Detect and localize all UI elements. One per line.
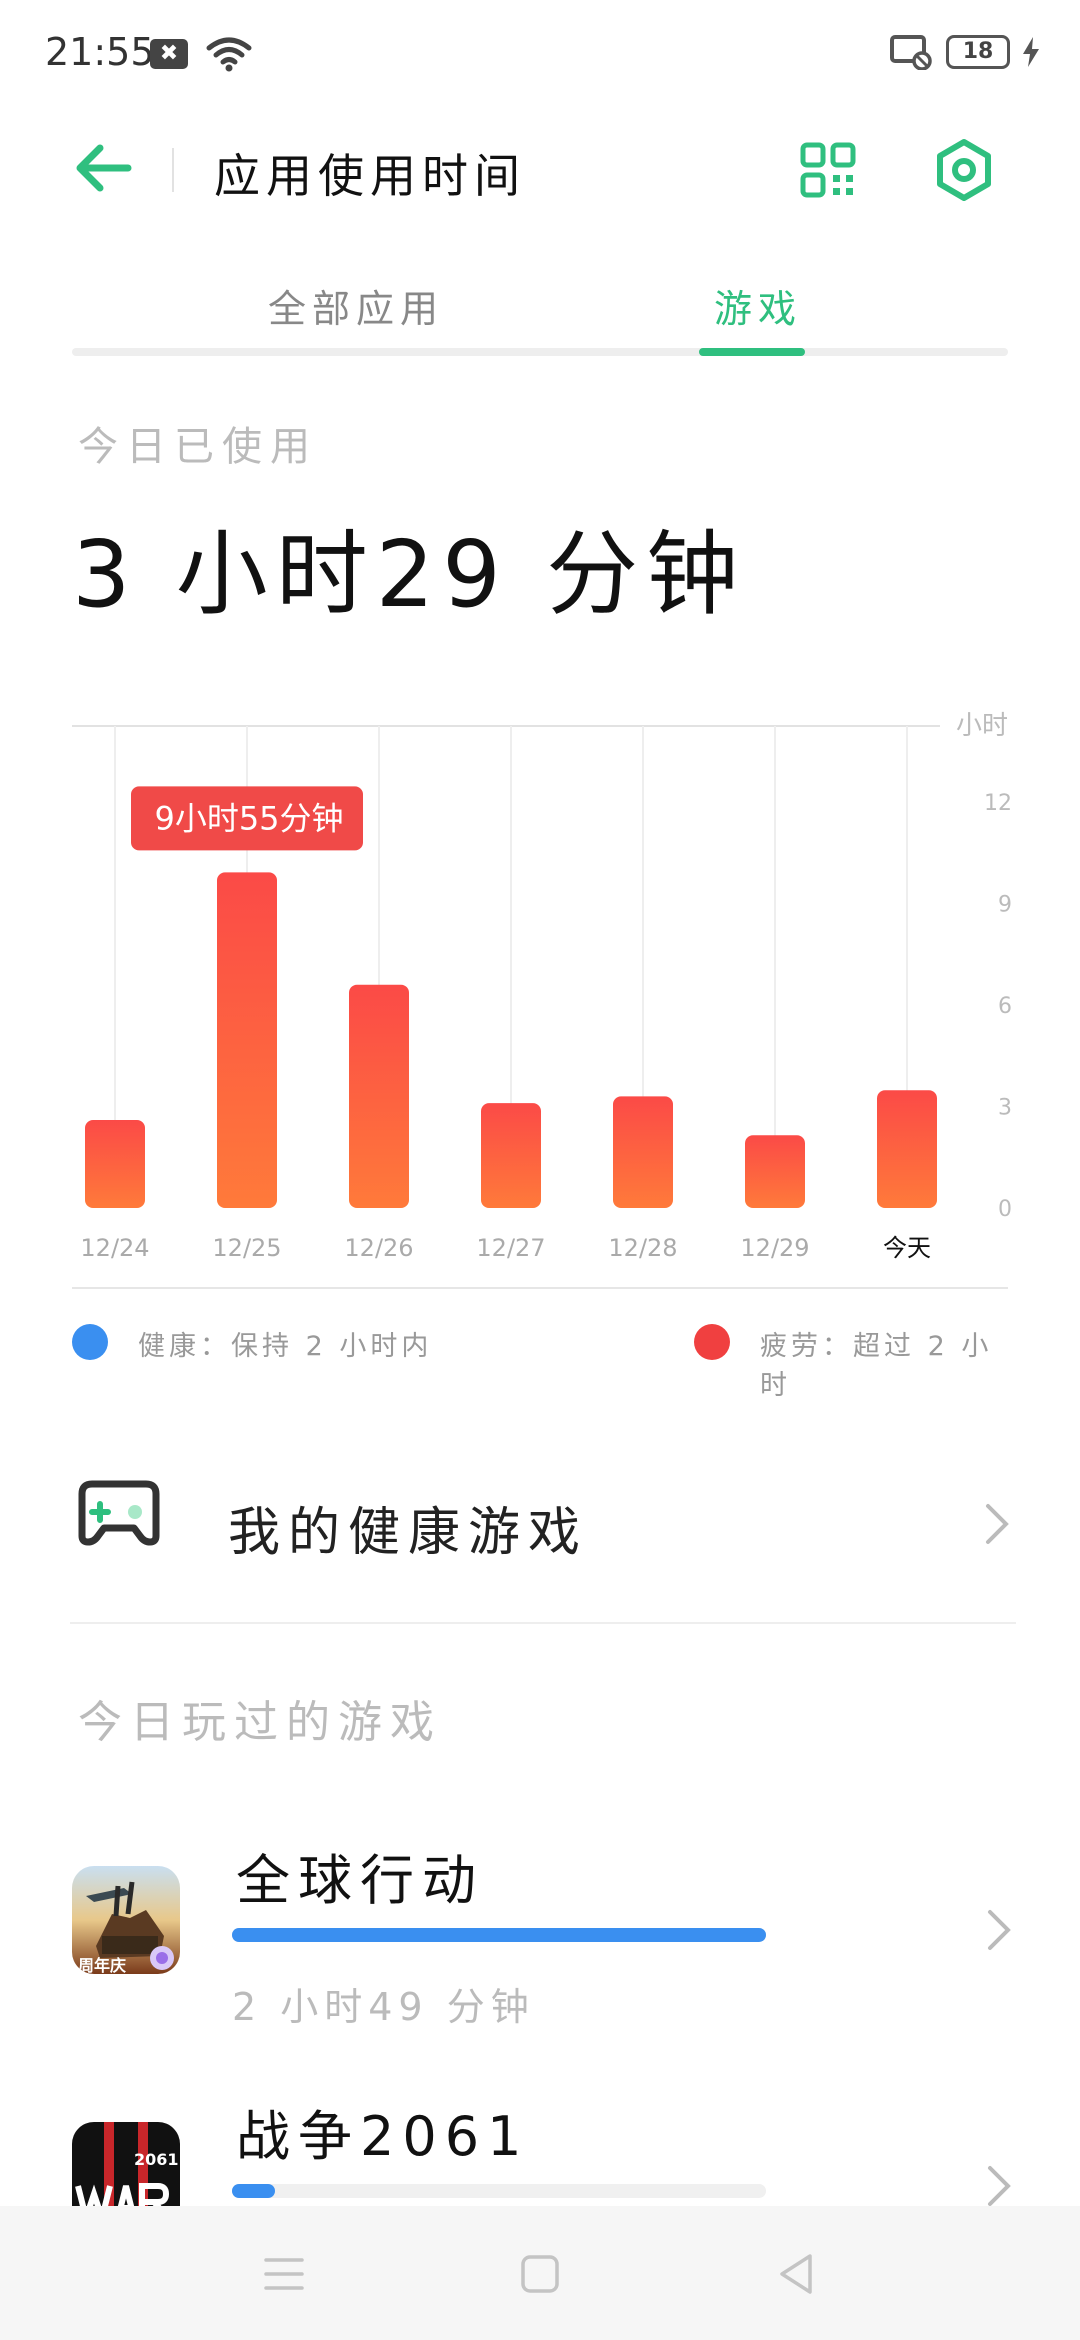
chart-y-tick-label: 6	[998, 994, 1012, 1019]
chevron-right-icon	[988, 2166, 1011, 2206]
battery-indicator: 18	[946, 35, 1010, 69]
today-usage-value: 3 小时29 分钟	[72, 521, 747, 628]
chart-x-tick-label: 12/25	[212, 1234, 281, 1262]
legend-fatigue-text: 疲劳：超过 2 小时	[760, 1331, 993, 1401]
chart-legend: 健康：保持 2 小时内 疲劳：超过 2 小时	[72, 1322, 1008, 1401]
cast-off-icon	[890, 35, 932, 70]
usage-bar-track	[232, 1928, 766, 1942]
tab-games[interactable]: 游戏	[714, 278, 802, 333]
chevron-right-icon	[988, 1910, 1011, 1950]
usage-bar-chart: 12/24 12/25 12/26 12/27 12/28 12/29 今天 小时 0 3 6 9 12…	[72, 711, 1012, 1262]
chart-x-tick-label: 今天	[883, 1234, 931, 1262]
charging-icon	[1023, 37, 1039, 67]
healthy-games-label: 我的健康游戏	[228, 1503, 589, 1563]
chart-x-tick-label: 12/27	[476, 1234, 545, 1262]
usage-bar-fill	[232, 1928, 766, 1942]
chart-bar	[85, 1120, 145, 1208]
chart-bar	[745, 1135, 805, 1208]
gamepad-icon	[78, 1480, 160, 1546]
status-bar: 21:55 ✖ 18	[0, 0, 1080, 110]
chart-y-axis-label: 小时	[956, 711, 1008, 741]
chart-y-tick-label: 3	[998, 1096, 1012, 1121]
chart-bar	[877, 1090, 937, 1208]
chart-bar	[217, 872, 277, 1208]
header-divider	[172, 148, 174, 192]
chevron-right-icon	[986, 1504, 1009, 1544]
legend-fatigue-dot	[694, 1324, 730, 1360]
chart-y-tick-label: 9	[998, 893, 1012, 918]
usage-bar-track	[232, 2184, 766, 2198]
chart-bar	[349, 984, 409, 1208]
game-icon-global-ops: 周年庆	[72, 1866, 180, 1974]
played-games-label: 今日玩过的游戏	[78, 1697, 442, 1748]
back-icon[interactable]	[774, 2252, 818, 2296]
usage-chart: 12/24 12/25 12/26 12/27 12/28 12/29 今天 小时 0 3 6 9 12…	[0, 700, 1080, 1300]
today-usage-label: 今日已使用	[78, 424, 318, 470]
back-arrow-icon[interactable]	[70, 138, 140, 198]
game-name: 全球行动	[236, 1849, 484, 1912]
chart-y-tick-label: 12	[984, 791, 1012, 816]
chart-x-tick-label: 12/29	[740, 1234, 809, 1262]
page-title: 应用使用时间	[214, 149, 526, 203]
wifi-icon	[206, 37, 252, 72]
settings-icon[interactable]	[932, 138, 996, 202]
chart-bar	[481, 1103, 541, 1208]
menu-icon[interactable]	[262, 2252, 306, 2296]
status-time: 21:55	[45, 30, 155, 74]
game-usage-time: 2 小时49 分钟	[232, 1985, 535, 2029]
notification-icon: ✖	[150, 39, 188, 69]
tab-bar: 全部应用 游戏	[72, 270, 1008, 360]
app-header: 应用使用时间	[0, 110, 1080, 230]
chart-x-tick-label: 12/28	[608, 1234, 677, 1262]
icon-badge-text: 2061	[134, 2150, 179, 2169]
game-item-global-ops[interactable]: 周年庆 全球行动 2 小时49 分钟	[72, 1836, 1016, 2029]
chart-bar	[613, 1096, 673, 1208]
system-nav-bar	[0, 2206, 1080, 2340]
game-name: 战争2061	[236, 2105, 530, 2168]
chart-y-tick-label: 0	[998, 1197, 1012, 1222]
usage-bar-fill	[232, 2184, 275, 2198]
legend-healthy-dot	[72, 1324, 108, 1360]
chart-tooltip-text: 9小时55分钟	[154, 799, 343, 837]
tab-track	[72, 348, 1008, 356]
section-divider	[70, 1622, 1016, 1624]
legend-healthy-text: 健康：保持 2 小时内	[138, 1331, 433, 1362]
chart-x-tick-label: 12/26	[344, 1234, 413, 1262]
chart-baseline-divider	[72, 1287, 1008, 1289]
home-icon[interactable]	[518, 2252, 562, 2296]
icon-badge-text: 周年庆	[78, 1956, 127, 1974]
chart-x-tick-label: 12/24	[80, 1234, 149, 1262]
healthy-games-row[interactable]: 我的健康游戏	[70, 1470, 1020, 1580]
tab-all-apps[interactable]: 全部应用	[268, 278, 444, 333]
qr-code-icon[interactable]	[800, 142, 856, 198]
tab-indicator	[699, 348, 805, 356]
